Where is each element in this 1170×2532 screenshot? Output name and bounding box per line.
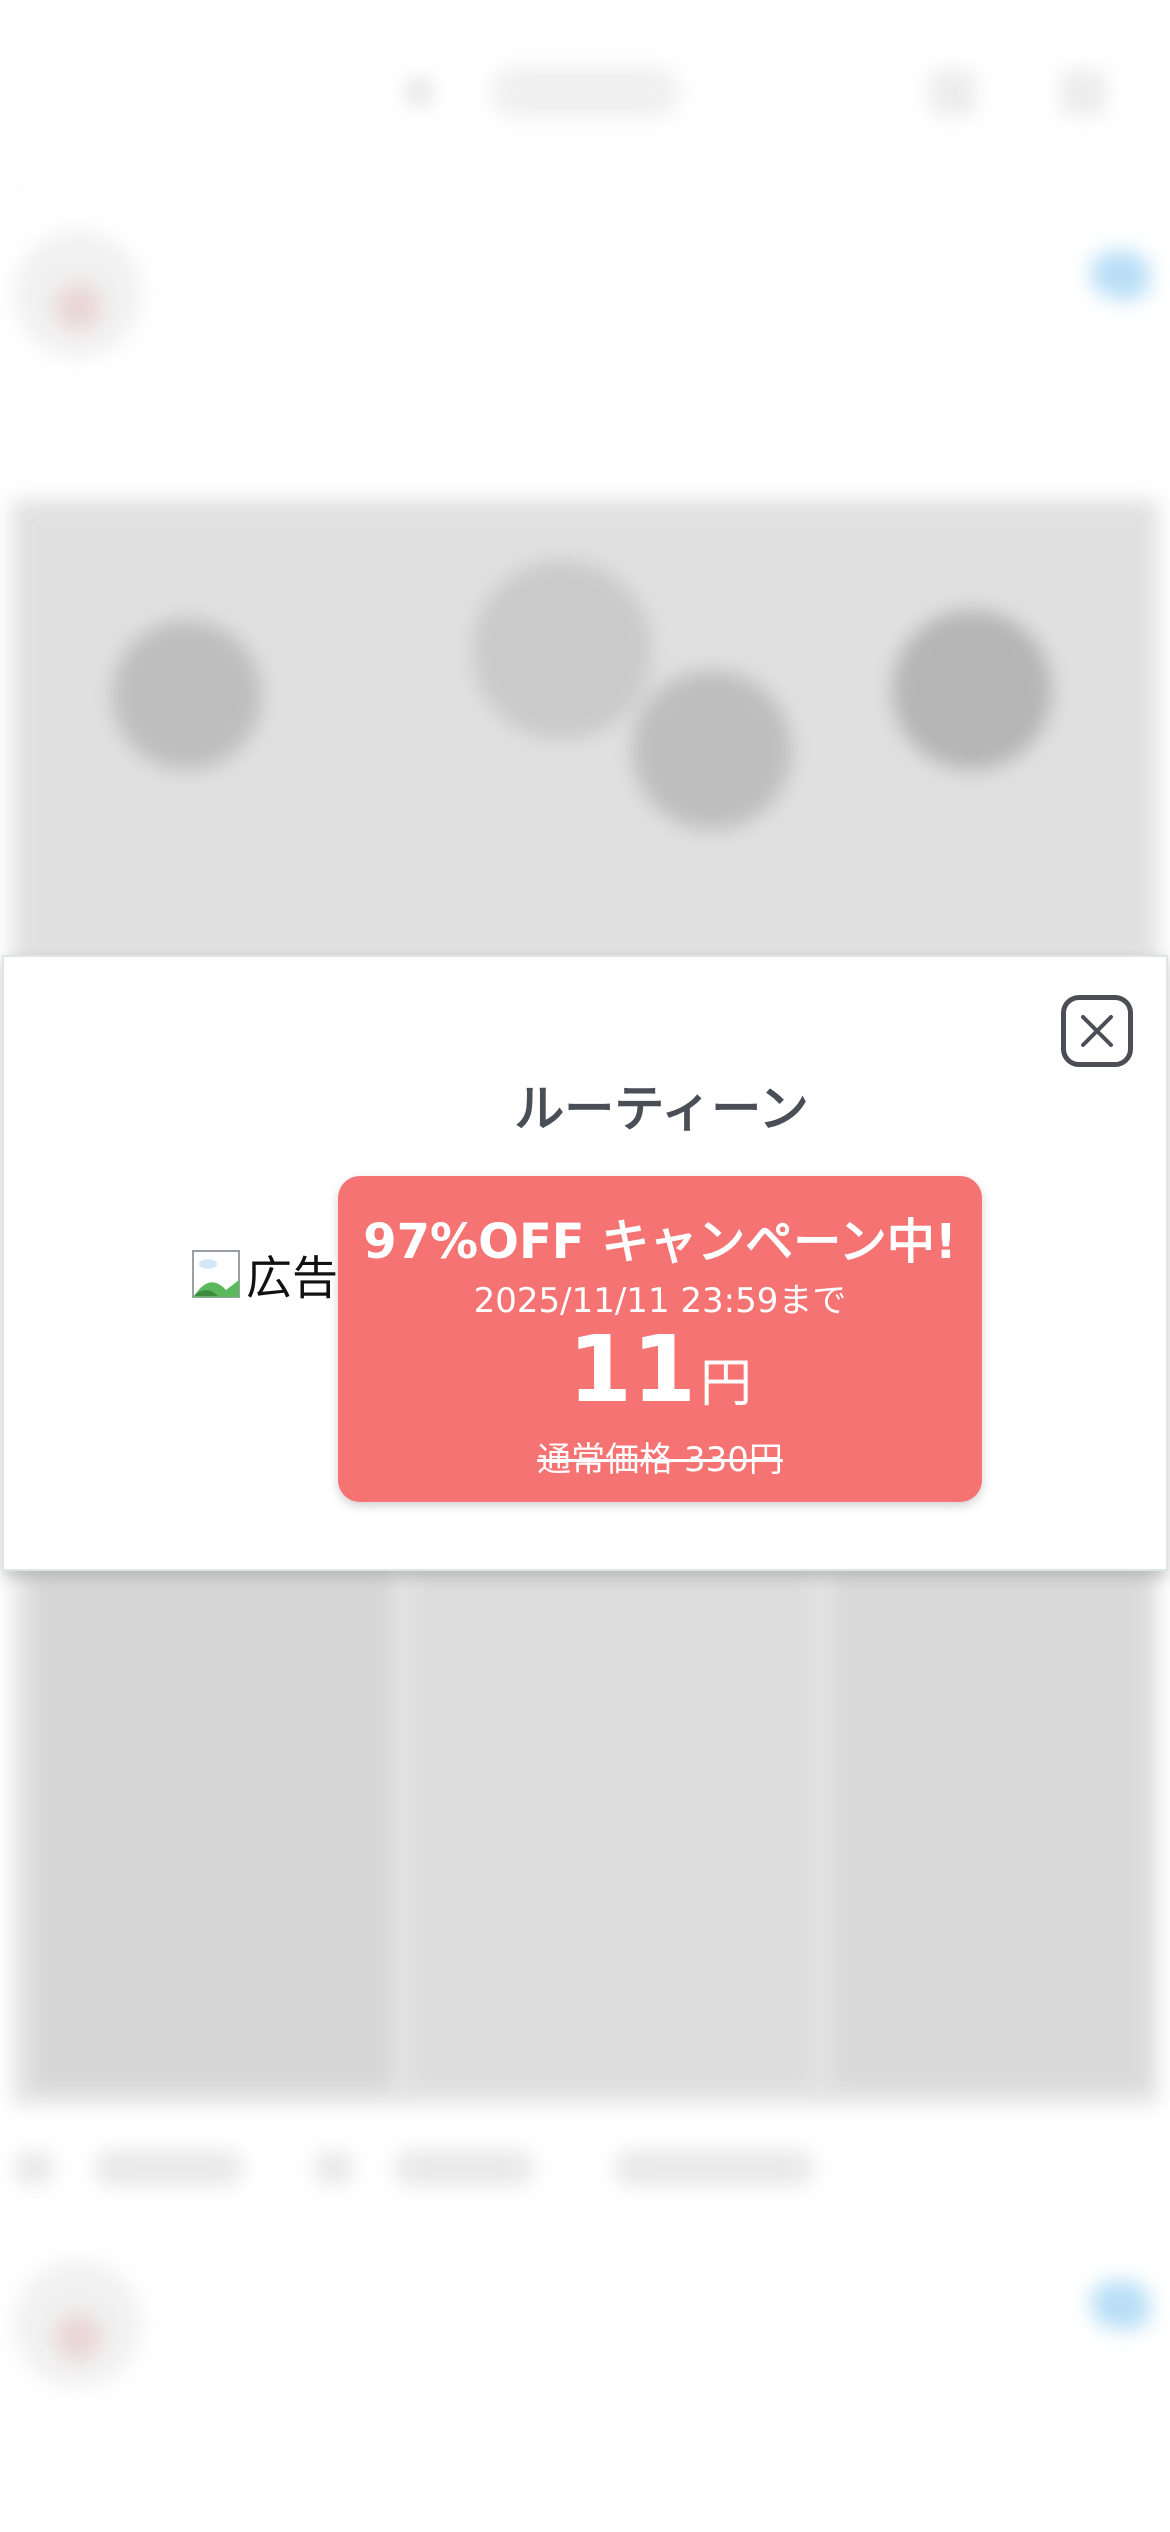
search-bar (490, 66, 680, 118)
post-actions (14, 2140, 1154, 2200)
chevron-icon (405, 78, 433, 106)
regular-price: 通常価格 330円 (537, 1440, 783, 1480)
close-button[interactable] (1061, 995, 1133, 1067)
promo-headline: 97%OFF キャンペーン中! (363, 1214, 957, 1270)
ad-alt-text: 広告 (246, 1251, 338, 1305)
ad-modal: ルーティーン 広告 97%OFF キャンペーン中! 2025/11/11 23:… (2, 955, 1168, 1571)
avatar (14, 230, 142, 358)
price-unit: 円 (700, 1354, 753, 1414)
search-icon (930, 70, 976, 116)
broken-image-icon (192, 1250, 244, 1300)
broken-ad-image[interactable]: 広告 (192, 1245, 338, 1305)
twitter-bird-icon (1090, 2280, 1150, 2330)
product-title: ルーティーン (514, 1080, 809, 1138)
menu-icon (1060, 70, 1106, 116)
site-header (0, 0, 1170, 190)
avatar (14, 2260, 142, 2388)
promo-price: 11円 (338, 1316, 982, 1423)
price-value: 11 (567, 1316, 696, 1423)
promo-deadline: 2025/11/11 23:59まで (473, 1281, 847, 1321)
promo-banner[interactable]: 97%OFF キャンペーン中! 2025/11/11 23:59まで 11円 通… (338, 1176, 982, 1502)
twitter-bird-icon (1090, 250, 1150, 300)
close-icon (1081, 1015, 1113, 1047)
